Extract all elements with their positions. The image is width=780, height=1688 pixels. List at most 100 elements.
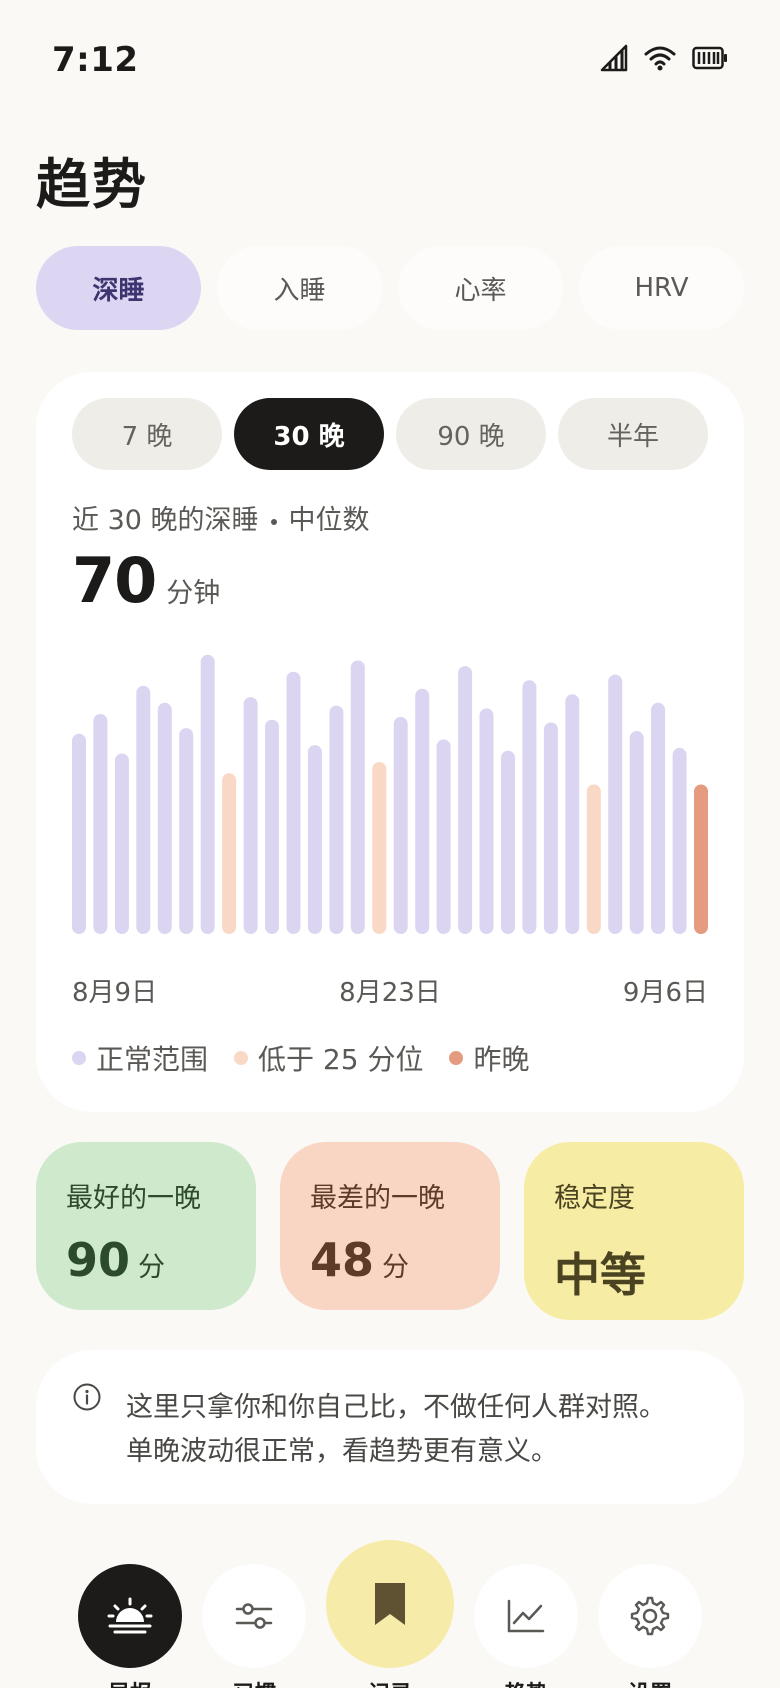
stability-value-row: 中等 xyxy=(554,1239,714,1305)
chart-line-icon xyxy=(507,1599,545,1633)
legend-dot-normal xyxy=(72,1051,86,1065)
bar-night-6[interactable] xyxy=(179,728,194,934)
signal-icon xyxy=(600,44,628,72)
bar-night-28[interactable] xyxy=(651,702,666,934)
bar-night-14[interactable] xyxy=(350,660,365,935)
stability-value: 中等 xyxy=(554,1248,646,1302)
chart-caption-period: 近 30 晚的深睡 xyxy=(72,505,259,536)
stability-label: 稳定度 xyxy=(554,1183,635,1214)
median-unit: 分钟 xyxy=(166,578,221,609)
bar-night-3[interactable] xyxy=(114,753,129,935)
median-value: 70 分钟 xyxy=(72,544,220,617)
best-night-unit: 分 xyxy=(138,1252,166,1283)
x-label-start: 8月9日 xyxy=(72,978,158,1008)
bar-night-9[interactable] xyxy=(243,697,258,934)
worst-night-value-row: 48 分 xyxy=(310,1233,470,1287)
legend-dot-last xyxy=(449,1051,464,1065)
bar-night-20[interactable] xyxy=(479,708,494,934)
best-night-value: 90 xyxy=(66,1233,131,1287)
status-bar: 7:12 xyxy=(0,0,780,120)
nav-morning-report[interactable] xyxy=(78,1564,182,1668)
legend-normal: 正常范围 xyxy=(72,1038,208,1078)
bar-night-16[interactable] xyxy=(393,716,408,934)
gear-icon xyxy=(630,1596,670,1636)
stability-card[interactable]: 稳定度 中等 xyxy=(524,1142,744,1320)
legend-dot-low xyxy=(234,1051,249,1065)
tab-sleep-onset[interactable]: 入睡 xyxy=(217,246,382,330)
tab-deep-sleep[interactable]: 深睡 xyxy=(36,246,201,330)
chart-caption: 近 30 晚的深睡 中位数 xyxy=(72,498,370,537)
nav-record[interactable] xyxy=(326,1540,454,1668)
x-label-mid: 8月23日 xyxy=(339,978,441,1008)
sliders-icon xyxy=(235,1603,273,1629)
bar-night-19[interactable] xyxy=(458,666,473,934)
bar-night-29[interactable] xyxy=(672,747,687,934)
bar-night-2[interactable] xyxy=(93,714,108,934)
bar-night-8[interactable] xyxy=(222,773,237,934)
status-icons xyxy=(600,44,728,72)
bar-night-10[interactable] xyxy=(265,719,279,934)
separator-dot xyxy=(270,518,277,525)
bar-night-25[interactable] xyxy=(586,784,601,935)
nav-settings[interactable] xyxy=(598,1564,702,1668)
trends-screen: 7:12 趋势 深睡 入睡 心率 HRV 7 晚 30 晚 90 晚 半年 近 … xyxy=(0,0,780,1688)
best-night-value-row: 90 分 xyxy=(66,1233,226,1287)
chart-legend: 正常范围 低于 25 分位 昨晚 xyxy=(72,1038,529,1078)
bar-chart xyxy=(72,654,708,935)
x-axis-labels: 8月9日 8月23日 9月6日 xyxy=(72,972,708,1012)
bookmark-icon xyxy=(375,1583,405,1625)
info-icon xyxy=(73,1383,101,1411)
nav-label-morning: 早报 xyxy=(70,1676,190,1688)
bar-night-24[interactable] xyxy=(565,694,580,934)
page-title: 趋势 xyxy=(36,153,148,216)
bar-night-15[interactable] xyxy=(372,762,387,934)
worst-night-value: 48 xyxy=(310,1233,375,1287)
metric-tabs: 深睡 入睡 心率 HRV xyxy=(36,246,744,330)
bar-night-26[interactable] xyxy=(608,674,623,934)
legend-low: 低于 25 分位 xyxy=(234,1038,423,1078)
best-night-card[interactable]: 最好的一晚 90 分 xyxy=(36,1142,256,1310)
tab-hrv[interactable]: HRV xyxy=(579,246,744,330)
bar-night-7[interactable] xyxy=(200,654,215,934)
range-tab-7[interactable]: 7 晚 xyxy=(72,398,222,470)
bar-night-17[interactable] xyxy=(415,688,430,934)
bar-night-27[interactable] xyxy=(629,731,644,934)
bar-night-11[interactable] xyxy=(286,671,301,934)
bar-night-12[interactable] xyxy=(307,745,322,934)
bar-night-1[interactable] xyxy=(72,733,86,934)
nav-habits[interactable] xyxy=(202,1564,306,1668)
bar-night-30[interactable] xyxy=(694,784,708,935)
deep-sleep-chart-card: 7 晚 30 晚 90 晚 半年 近 30 晚的深睡 中位数 70 分钟 8月9日… xyxy=(36,372,744,1112)
bar-night-4[interactable] xyxy=(136,685,151,934)
nav-label-settings: 设置 xyxy=(590,1676,710,1688)
status-time: 7:12 xyxy=(52,40,139,80)
best-night-label: 最好的一晚 xyxy=(66,1183,201,1214)
bar-night-21[interactable] xyxy=(501,750,515,934)
info-text: 这里只拿你和你自己比，不做任何人群对照。 单晚波动很正常，看趋势更有意义。 xyxy=(126,1386,666,1474)
legend-last-night: 昨晚 xyxy=(449,1038,529,1078)
legend-label-last: 昨晚 xyxy=(473,1043,530,1076)
nav-trends[interactable] xyxy=(474,1564,578,1668)
bar-night-22[interactable] xyxy=(522,680,537,934)
worst-night-card[interactable]: 最差的一晚 48 分 xyxy=(280,1142,500,1310)
range-tab-30[interactable]: 30 晚 xyxy=(234,398,384,470)
tab-heart-rate[interactable]: 心率 xyxy=(398,246,563,330)
median-number: 70 xyxy=(72,544,157,617)
range-tab-90[interactable]: 90 晚 xyxy=(396,398,546,470)
bar-night-23[interactable] xyxy=(543,722,558,935)
worst-night-unit: 分 xyxy=(382,1252,410,1283)
range-tab-half-year[interactable]: 半年 xyxy=(558,398,708,470)
sunrise-icon xyxy=(107,1597,153,1634)
chart-caption-stat: 中位数 xyxy=(288,505,370,536)
bar-night-18[interactable] xyxy=(436,739,451,934)
legend-label-normal: 正常范围 xyxy=(96,1043,209,1076)
battery-icon xyxy=(692,46,727,70)
nav-label-record: 记录 xyxy=(330,1676,450,1688)
bar-night-13[interactable] xyxy=(329,705,344,934)
bar-night-5[interactable] xyxy=(157,702,172,934)
x-label-end: 9月6日 xyxy=(622,978,708,1008)
bottom-nav: 早报 习惯 记录 趋势 xyxy=(0,1540,780,1688)
legend-label-low: 低于 25 分位 xyxy=(258,1043,424,1076)
info-line-1: 这里只拿你和你自己比，不做任何人群对照。 xyxy=(126,1392,666,1423)
worst-night-label: 最差的一晚 xyxy=(310,1183,445,1214)
